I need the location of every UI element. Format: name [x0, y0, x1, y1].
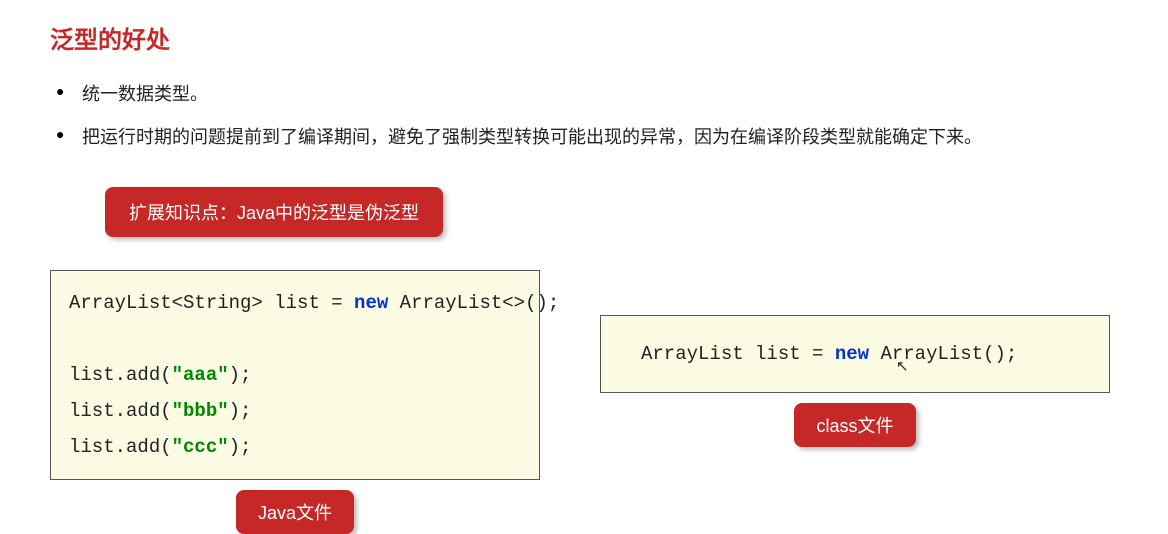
- code-text: ArrayList<>();: [388, 292, 559, 314]
- code-text: );: [229, 400, 252, 422]
- section-title: 泛型的好处: [50, 20, 1118, 55]
- bullet-item: 把运行时期的问题提前到了编译期间，避免了强制类型转换可能出现的异常，因为在编译阶…: [50, 123, 1118, 152]
- java-file-column: ArrayList<String> list = new ArrayList<>…: [50, 270, 540, 534]
- code-text: ArrayList list =: [641, 343, 835, 365]
- code-text: );: [229, 436, 252, 458]
- code-row: ArrayList<String> list = new ArrayList<>…: [50, 270, 1118, 534]
- code-text: list.add(: [69, 400, 172, 422]
- code-text: ArrayList<String> list =: [69, 292, 354, 314]
- code-text: list.add(: [69, 364, 172, 386]
- code-text: list.add(: [69, 436, 172, 458]
- code-string: "bbb": [172, 400, 229, 422]
- code-text: );: [229, 364, 252, 386]
- code-keyword: new: [835, 343, 869, 365]
- class-file-column: ArrayList list = new ArrayList();↖ class…: [600, 270, 1110, 447]
- java-code-box: ArrayList<String> list = new ArrayList<>…: [50, 270, 540, 480]
- knowledge-badge: 扩展知识点：Java中的泛型是伪泛型: [105, 187, 443, 237]
- code-keyword: new: [354, 292, 388, 314]
- class-code-box: ArrayList list = new ArrayList();↖: [600, 315, 1110, 393]
- code-text: ArrayList();: [869, 343, 1017, 365]
- class-file-label: class文件: [794, 403, 915, 447]
- code-string: "ccc": [172, 436, 229, 458]
- bullet-list: 统一数据类型。 把运行时期的问题提前到了编译期间，避免了强制类型转换可能出现的异…: [50, 80, 1118, 152]
- java-file-label: Java文件: [236, 490, 354, 534]
- code-string: "aaa": [172, 364, 229, 386]
- bullet-item: 统一数据类型。: [50, 80, 1118, 109]
